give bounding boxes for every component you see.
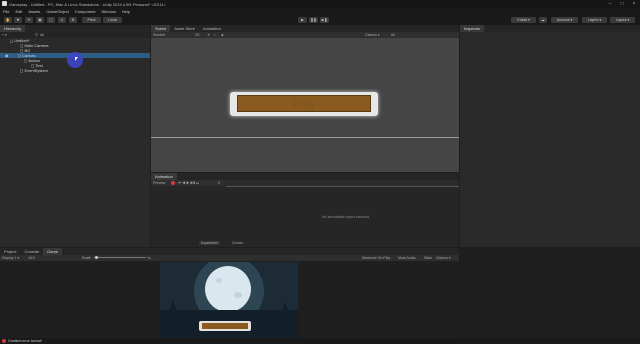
preview-toggle[interactable]: Preview <box>153 180 165 186</box>
animation-controls: Preview ⏮ ◀ ▶ ▶❚ ⏭ 0 <box>151 180 225 186</box>
game-play-button-wood[interactable] <box>202 323 248 329</box>
tab-animation[interactable]: Animation <box>151 173 177 180</box>
hand-tool-button[interactable]: ✋ <box>4 17 12 23</box>
status-message[interactable]: Gradient error format! <box>8 338 42 344</box>
tab-dopesheet[interactable]: Dopesheet <box>199 241 220 245</box>
tab-hierarchy[interactable]: Hierarchy <box>0 25 26 32</box>
close-icon[interactable]: × <box>628 0 640 8</box>
tab-inspector[interactable]: Inspector <box>460 25 485 32</box>
tab-game[interactable]: Game <box>43 248 63 255</box>
layers-dropdown[interactable]: Layers ▾ <box>582 17 607 23</box>
custom-tool-button[interactable]: ⚙ <box>69 17 77 23</box>
menu-assets[interactable]: Assets <box>25 9 43 14</box>
menu-file[interactable]: File <box>0 9 12 14</box>
scale-tool-button[interactable]: ▣ <box>36 17 44 23</box>
canvas-boundary-line <box>151 137 459 138</box>
menu-help[interactable]: Help <box>119 9 133 14</box>
list-item[interactable]: ◻ EventSystem <box>0 68 150 73</box>
moon-crater-icon <box>234 292 242 298</box>
bottom-tabs: Project Console Game <box>0 248 459 255</box>
rect-tool-button[interactable]: ▢ <box>47 17 55 23</box>
play-button-label: Play <box>292 96 316 111</box>
timeline-ruler[interactable] <box>226 180 459 187</box>
tab-scene[interactable]: Scene <box>151 25 171 32</box>
menu-bar: File Edit Assets GameObject Component Wi… <box>0 8 640 15</box>
tree-silhouette <box>280 302 290 314</box>
tab-console[interactable]: Console <box>20 248 43 255</box>
play-button-wood[interactable]: Play <box>237 95 371 112</box>
moon-crater-icon <box>216 278 222 283</box>
scale-slider-thumb[interactable] <box>95 256 98 259</box>
rotate-tool-button[interactable]: ⟳ <box>25 17 33 23</box>
pause-button[interactable]: ❚❚ <box>309 17 318 23</box>
scene-header: Scene Asset Store Animation <box>151 25 459 32</box>
account-dropdown[interactable]: Account ▾ <box>551 17 578 23</box>
window-title: Gameplay - Untitled - PC, Mac & Linux St… <box>9 1 166 7</box>
unity-logo-icon <box>2 1 7 6</box>
frame-field[interactable]: 0 <box>218 180 220 186</box>
animation-empty-message: No animatable object selected. <box>322 215 370 219</box>
tab-animation-top[interactable]: Animation <box>199 25 225 32</box>
inspector-header: Inspector <box>460 25 640 32</box>
animation-panel <box>151 180 459 247</box>
record-icon[interactable] <box>171 181 175 185</box>
gameobject-icon: ◻ <box>20 68 24 73</box>
animation-header: Animation <box>151 173 459 180</box>
local-toggle[interactable]: Local <box>103 17 122 23</box>
menu-window[interactable]: Window <box>99 9 119 14</box>
step-button[interactable]: ▶❚ <box>320 17 329 23</box>
inspector-panel <box>460 32 640 247</box>
maximize-icon[interactable]: □ <box>616 0 628 8</box>
tree-silhouette <box>168 300 178 314</box>
play-button[interactable]: ▶ <box>298 17 307 23</box>
mouse-pointer-icon <box>75 57 78 61</box>
scale-slider-track[interactable] <box>94 257 146 258</box>
cloud-icon[interactable]: ☁ <box>539 17 547 23</box>
moon <box>205 266 251 312</box>
title-bar: Gameplay - Untitled - PC, Mac & Linux St… <box>0 0 640 8</box>
move-tool-button[interactable]: ✥ <box>14 17 22 23</box>
menu-gameobject[interactable]: GameObject <box>43 9 71 14</box>
error-icon <box>2 339 6 343</box>
layout-dropdown[interactable]: Layout ▾ <box>610 17 635 23</box>
list-item-label: EventSystem <box>24 68 49 73</box>
transform-tool-button[interactable]: ◎ <box>58 17 66 23</box>
menu-edit[interactable]: Edit <box>12 9 25 14</box>
tab-curves[interactable]: Curves <box>230 241 245 245</box>
status-bar: Gradient error format! <box>0 338 640 344</box>
tab-asset-store[interactable]: Asset Store <box>170 25 199 32</box>
game-render <box>160 262 298 338</box>
menu-component[interactable]: Component <box>72 9 99 14</box>
pivot-toggle[interactable]: Pivot <box>82 17 101 23</box>
hierarchy-header: Hierarchy <box>0 25 150 32</box>
minimize-icon[interactable]: – <box>604 0 616 8</box>
tab-project[interactable]: Project <box>0 248 20 255</box>
collab-dropdown[interactable]: Collab ▾ <box>511 17 536 23</box>
playback-icons[interactable]: ⏮ ◀ ▶ ▶❚ ⏭ <box>178 180 199 186</box>
